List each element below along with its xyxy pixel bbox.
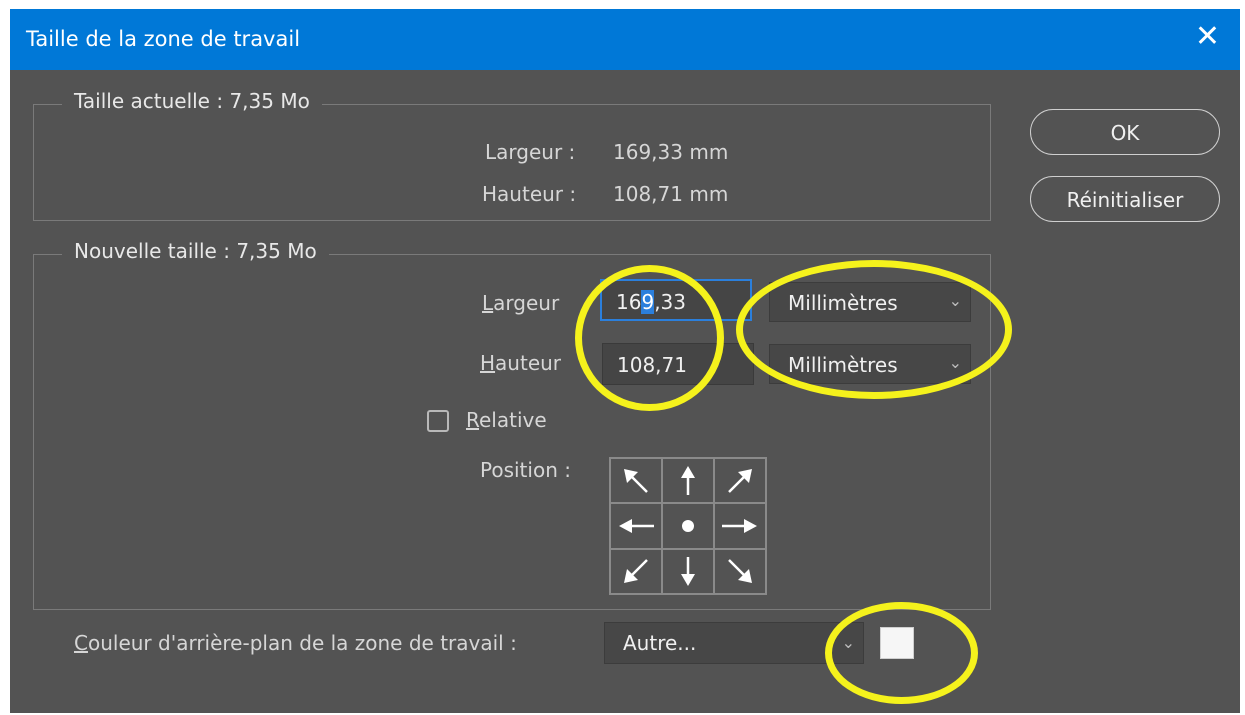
relative-label-rest: elative bbox=[479, 408, 547, 432]
arrow-up-icon bbox=[681, 465, 695, 495]
width-unit-value: Millimètres bbox=[788, 291, 898, 315]
arrow-down-left-icon bbox=[624, 559, 648, 584]
dialog-title: Taille de la zone de travail bbox=[26, 27, 301, 51]
current-width-label: Largeur : bbox=[485, 140, 576, 164]
anchor-middle-left[interactable] bbox=[610, 503, 662, 549]
ok-button[interactable]: OK bbox=[1030, 109, 1220, 155]
anchor-grid bbox=[609, 457, 767, 595]
anchor-bottom-right[interactable] bbox=[714, 548, 766, 594]
current-width-value: 169,33 mm bbox=[613, 140, 729, 164]
position-label: Position : bbox=[480, 458, 571, 482]
new-width-label-rest: argeur bbox=[493, 291, 560, 315]
background-color-select[interactable]: Autre... ⌄ bbox=[604, 622, 864, 664]
arrow-right-icon bbox=[722, 518, 757, 533]
height-unit-value: Millimètres bbox=[788, 353, 898, 377]
relative-label[interactable]: Relative bbox=[466, 408, 547, 432]
arrow-down-right-icon bbox=[728, 559, 752, 584]
new-width-label-mnemonic: L bbox=[482, 291, 494, 315]
arrow-up-right-icon bbox=[728, 468, 752, 493]
new-width-input[interactable]: 169,33 bbox=[600, 279, 752, 321]
new-width-label: Largeur bbox=[482, 291, 559, 315]
anchor-top-center[interactable] bbox=[662, 458, 714, 504]
chevron-down-icon: ⌄ bbox=[948, 353, 962, 372]
arrow-down-icon bbox=[681, 557, 695, 587]
new-height-label-mnemonic: H bbox=[480, 351, 496, 375]
anchor-dot-icon bbox=[682, 519, 694, 532]
current-size-legend: Taille actuelle : 7,35 Mo bbox=[62, 89, 322, 113]
new-height-input[interactable]: 108,71 bbox=[602, 343, 754, 385]
title-bar: Taille de la zone de travail ✕ bbox=[10, 9, 1240, 70]
anchor-bottom-center[interactable] bbox=[662, 548, 714, 594]
canvas-size-dialog: Taille de la zone de travail ✕ Taille ac… bbox=[10, 9, 1240, 713]
width-value-pre: 16 bbox=[616, 290, 642, 314]
background-color-label: Couleur d'arrière-plan de la zone de tra… bbox=[74, 631, 517, 655]
arrow-left-icon bbox=[619, 518, 654, 533]
anchor-middle-right[interactable] bbox=[714, 503, 766, 549]
background-color-label-rest: ouleur d'arrière-plan de la zone de trav… bbox=[87, 631, 517, 655]
width-value-selection: 9 bbox=[641, 290, 655, 314]
new-size-legend: Nouvelle taille : 7,35 Mo bbox=[62, 239, 329, 263]
chevron-down-icon: ⌄ bbox=[948, 291, 962, 310]
width-value-post: ,33 bbox=[654, 290, 686, 314]
new-height-label-rest: auteur bbox=[495, 351, 562, 375]
background-color-label-mnemonic: C bbox=[74, 631, 88, 655]
anchor-center[interactable] bbox=[662, 503, 714, 549]
current-height-value: 108,71 mm bbox=[613, 182, 729, 206]
relative-label-mnemonic: R bbox=[466, 408, 479, 432]
anchor-top-right[interactable] bbox=[714, 458, 766, 504]
current-height-label: Hauteur : bbox=[482, 182, 577, 206]
chevron-down-icon: ⌄ bbox=[841, 633, 855, 652]
background-color-value: Autre... bbox=[623, 631, 697, 655]
height-value: 108,71 bbox=[617, 353, 687, 377]
height-unit-select[interactable]: Millimètres ⌄ bbox=[769, 344, 971, 384]
width-unit-select[interactable]: Millimètres ⌄ bbox=[769, 282, 971, 322]
background-color-swatch[interactable] bbox=[880, 627, 914, 659]
close-icon[interactable]: ✕ bbox=[1195, 22, 1220, 52]
reset-button[interactable]: Réinitialiser bbox=[1030, 176, 1220, 222]
anchor-top-left[interactable] bbox=[610, 458, 662, 504]
new-height-label: Hauteur bbox=[480, 351, 561, 375]
relative-checkbox[interactable] bbox=[427, 410, 449, 432]
arrow-up-left-icon bbox=[624, 468, 648, 493]
anchor-bottom-left[interactable] bbox=[610, 548, 662, 594]
